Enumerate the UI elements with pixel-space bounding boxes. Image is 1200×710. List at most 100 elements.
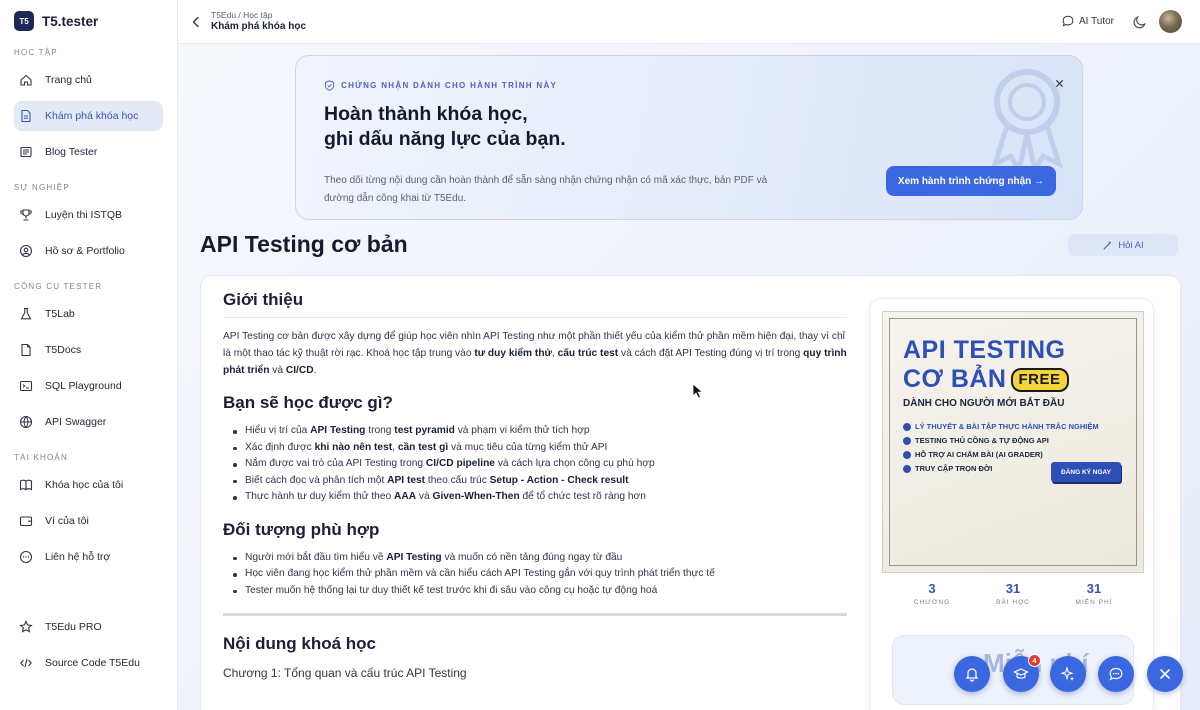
notifications-button[interactable] bbox=[954, 656, 990, 692]
list-item-text: Người mới bắt đầu tìm hiểu về bbox=[245, 551, 387, 563]
close-icon bbox=[1160, 669, 1170, 679]
list-item-text: và cách lựa chọn công cụ phù hợp bbox=[494, 458, 655, 469]
breadcrumb[interactable]: T5Edu / Học tập bbox=[211, 10, 272, 20]
page-title: Khám phá khóa học bbox=[211, 21, 307, 32]
back-button[interactable] bbox=[186, 12, 206, 32]
list-item-text: Nắm được vai trò của API Testing trong bbox=[245, 458, 426, 469]
brand[interactable]: T5 T5.tester bbox=[0, 0, 177, 42]
chat-icon bbox=[19, 550, 33, 564]
banner-close-button[interactable] bbox=[1050, 74, 1068, 92]
sidebar-item-label: Source Code T5Edu bbox=[45, 657, 140, 669]
sidebar-item-sql-playground[interactable]: SQL Playground bbox=[14, 371, 163, 401]
sidebar-item-luyen-thi-istqb[interactable]: Luyện thi ISTQB bbox=[14, 200, 163, 230]
intro-highlight: cấu trúc test bbox=[557, 348, 619, 359]
flask-icon bbox=[19, 307, 33, 321]
trophy-icon bbox=[19, 208, 33, 222]
ai-tutor-button[interactable]: AI Tutor bbox=[1062, 15, 1114, 27]
sidebar-item-label: T5Edu PRO bbox=[45, 621, 102, 633]
ai-tutor-label: AI Tutor bbox=[1078, 15, 1114, 27]
avatar[interactable] bbox=[1159, 10, 1182, 33]
ask-ai-button[interactable]: Hỏi AI bbox=[1068, 234, 1178, 256]
stat-value: 31 bbox=[1005, 581, 1021, 596]
bell-icon bbox=[965, 668, 979, 682]
syllabus-heading: Nội dung khoá học bbox=[223, 634, 376, 653]
sidebar-item-t5lab[interactable]: T5Lab bbox=[14, 299, 163, 329]
list-item-highlight: Given-When-Then bbox=[432, 491, 520, 502]
list-item-highlight: Setup - Action - Check result bbox=[489, 474, 629, 486]
stat-value: 31 bbox=[1086, 581, 1102, 596]
sparkles-icon bbox=[1060, 666, 1075, 681]
audience-list: Người mới bắt đầu tìm hiểu về API Testin… bbox=[223, 550, 847, 600]
intro-paragraph: API Testing cơ bản được xây dựng để giúp… bbox=[223, 328, 847, 379]
list-item: Nắm được vai trò của API Testing trong C… bbox=[223, 456, 847, 473]
poster-feature-text: LÝ THUYẾT & BÀI TẬP THỰC HÀNH TRẮC NGHIỆ… bbox=[915, 422, 1099, 431]
sidebar-item-ho-so-portfolio[interactable]: Hồ sơ & Portfolio bbox=[14, 236, 163, 266]
register-now-button[interactable]: ĐĂNG KÝ NGAY bbox=[1051, 462, 1121, 482]
chat-button[interactable] bbox=[1098, 656, 1134, 692]
list-item-text: Tester muốn hệ thống lại tư duy thiết kế… bbox=[245, 584, 658, 596]
banner-title: Hoàn thành khóa học, ghi dấu năng lực củ… bbox=[324, 102, 566, 152]
intro-heading: Giới thiệu bbox=[223, 290, 847, 318]
sidebar-item-label: SQL Playground bbox=[45, 380, 122, 392]
sidebar-item-vi-cua-toi[interactable]: Ví của tôi bbox=[14, 506, 163, 536]
notification-badge: 4 bbox=[1028, 654, 1041, 667]
poster-feature: TESTING THỦ CÔNG & TỰ ĐỘNG API bbox=[903, 434, 1099, 448]
check-circle-icon bbox=[903, 465, 911, 473]
list-item-text: trong bbox=[365, 425, 395, 436]
sidebar-item-t5edu-pro[interactable]: T5Edu PRO bbox=[14, 612, 163, 642]
document-icon bbox=[19, 109, 33, 123]
close-fab-button[interactable] bbox=[1147, 656, 1183, 692]
list-item-highlight: API test bbox=[387, 474, 426, 486]
sidebar-item-blog-tester[interactable]: Blog Tester bbox=[14, 137, 163, 167]
sidebar-item-label: Ví của tôi bbox=[45, 515, 89, 527]
chapter-1-title[interactable]: Chương 1: Tổng quan và cấu trúc API Test… bbox=[223, 666, 847, 680]
ai-assistant-button[interactable] bbox=[1050, 656, 1086, 692]
sidebar-section-label: CÔNG CỤ TESTER bbox=[14, 282, 103, 291]
course-description: Giới thiệu API Testing cơ bản được xây d… bbox=[223, 290, 847, 680]
poster-feature-text: TESTING THỦ CÔNG & TỰ ĐỘNG API bbox=[915, 436, 1049, 445]
sidebar-item-label: Luyện thi ISTQB bbox=[45, 209, 123, 221]
chat-icon bbox=[1109, 667, 1123, 681]
list-item-text: và bbox=[416, 491, 433, 502]
learn-list: Hiểu vị trí của API Testing trong test p… bbox=[223, 423, 847, 506]
course-stats: 3 CHƯƠNG 31 BÀI HỌC 31 MIỄN PHÍ bbox=[892, 581, 1134, 619]
mouse-cursor-icon bbox=[692, 383, 704, 399]
list-item: Hiểu vị trí của API Testing trong test p… bbox=[223, 423, 847, 440]
sidebar-item-khoa-hoc-cua-toi[interactable]: Khóa học của tôi bbox=[14, 470, 163, 500]
theme-toggle-button[interactable] bbox=[1132, 14, 1148, 30]
list-item-highlight: CI/CD pipeline bbox=[425, 458, 495, 469]
list-item-text: Xác định được bbox=[245, 441, 315, 453]
learn-heading: Bạn sẽ học được gì? bbox=[223, 393, 393, 412]
stat-bai-hoc: 31 BÀI HỌC bbox=[973, 581, 1053, 619]
intro-text: . bbox=[313, 365, 317, 376]
list-item: Thực hành tư duy kiểm thử theo AAA và Gi… bbox=[223, 489, 847, 506]
view-certificate-journey-button[interactable]: Xem hành trình chứng nhận → bbox=[886, 166, 1056, 196]
wallet-icon bbox=[19, 514, 33, 528]
home-icon bbox=[19, 73, 33, 87]
sidebar-item-lien-he-ho-tro[interactable]: Liên hệ hỗ trợ bbox=[14, 542, 163, 572]
list-item-highlight: API Testing bbox=[386, 551, 442, 563]
course-title: API Testing cơ bản bbox=[200, 231, 408, 257]
list-item-text: và muốn có nền tảng đúng ngay từ đầu bbox=[441, 551, 623, 563]
sidebar-item-trang-chu[interactable]: Trang chủ bbox=[14, 65, 163, 95]
ask-ai-label: Hỏi AI bbox=[1118, 239, 1144, 251]
poster-feature-text: HỖ TRỢ AI CHẤM BÀI (AI GRADER) bbox=[915, 450, 1043, 459]
sidebar-item-kham-pha-khoa-hoc[interactable]: Khám phá khóa học bbox=[14, 101, 163, 131]
intro-highlight: CI/CD bbox=[285, 365, 314, 376]
sidebar-item-label: T5Docs bbox=[45, 344, 82, 356]
chevron-left-icon bbox=[192, 16, 199, 28]
sidebar-item-label: Blog Tester bbox=[45, 146, 98, 158]
sidebar-item-api-swagger[interactable]: API Swagger bbox=[14, 407, 163, 437]
poster-title-line2: CƠ BẢN bbox=[903, 365, 1007, 393]
intro-text: và cách đặt API Testing đúng vị trí tron… bbox=[618, 348, 804, 359]
stat-label: BÀI HỌC bbox=[996, 599, 1030, 606]
banner-tag: CHỨNG NHẬN DÀNH CHO HÀNH TRÌNH NÀY bbox=[324, 80, 557, 91]
sidebar-item-source-code-t5edu[interactable]: Source Code T5Edu bbox=[14, 648, 163, 678]
list-item-highlight: cần test gì bbox=[397, 441, 449, 453]
list-item-text: và mục tiêu của từng kiểm thử API bbox=[448, 441, 608, 453]
sidebar-item-t5docs[interactable]: T5Docs bbox=[14, 335, 163, 365]
book-icon bbox=[19, 478, 33, 492]
list-item-highlight: khi nào nên test bbox=[314, 441, 393, 453]
courses-button[interactable]: 4 bbox=[1003, 654, 1041, 692]
newspaper-icon bbox=[19, 145, 33, 159]
